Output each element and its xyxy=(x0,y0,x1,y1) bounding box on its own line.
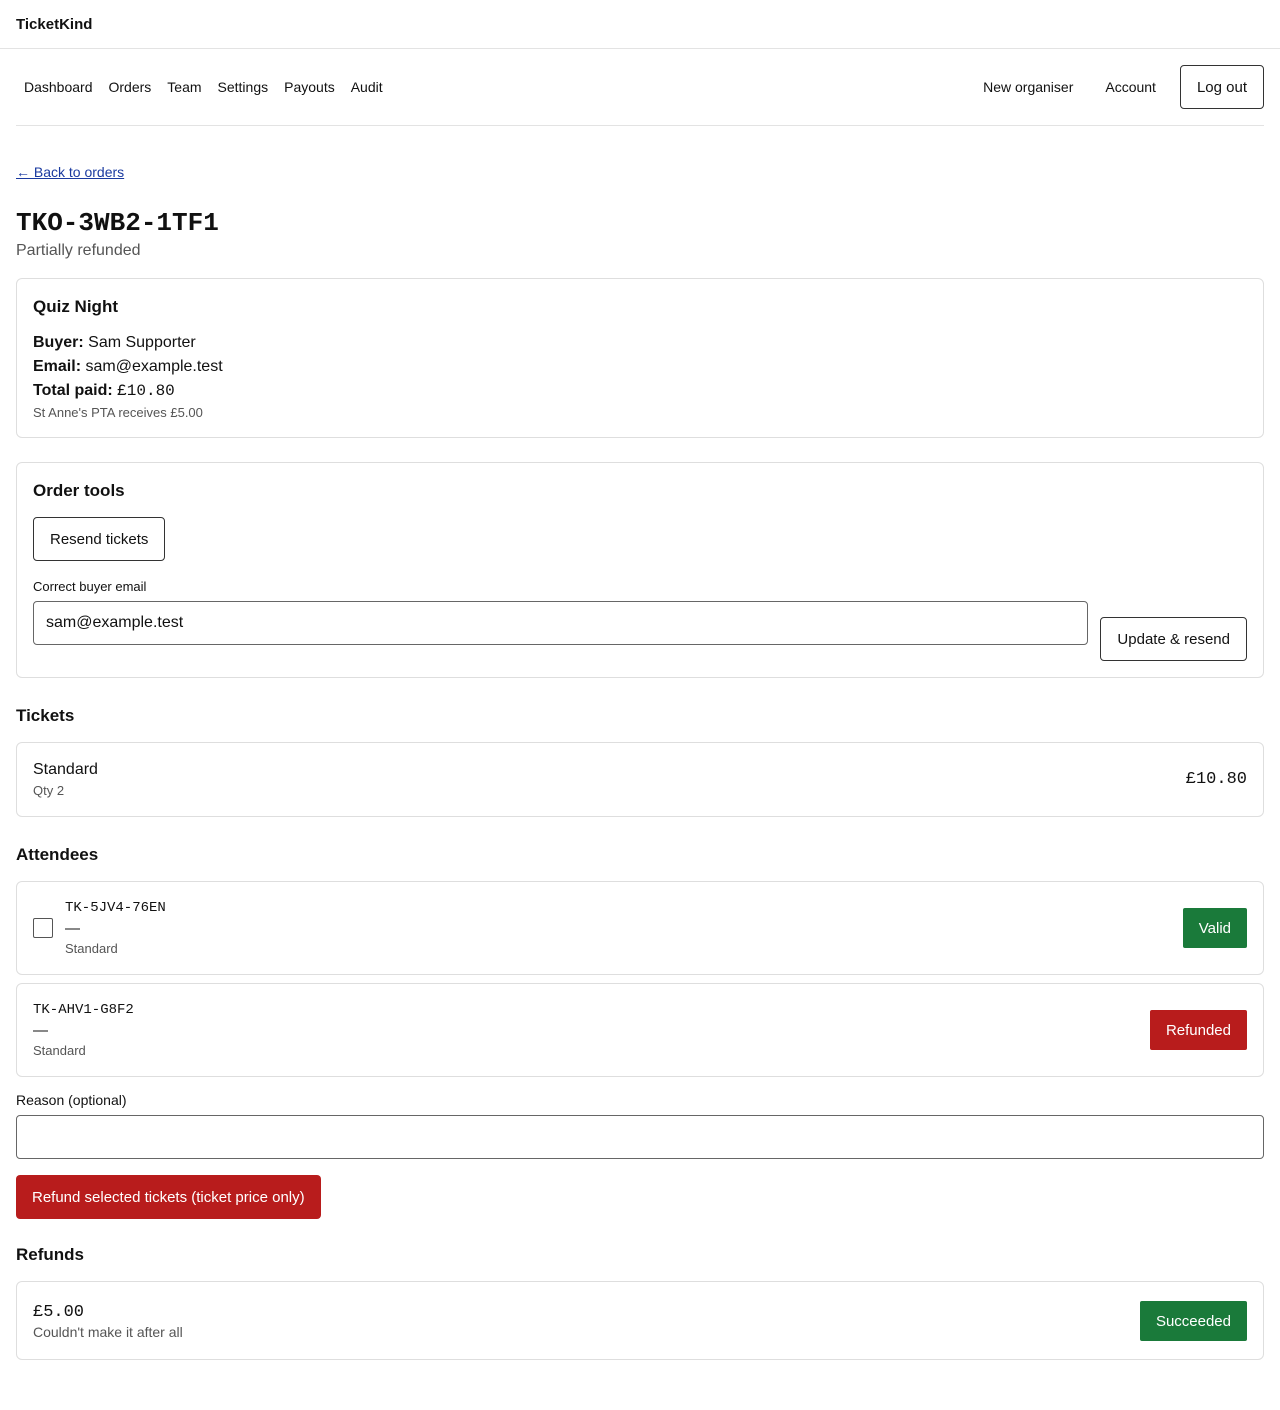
ticket-price: £10.80 xyxy=(1185,770,1247,789)
attendee-item: TK-AHV1-G8F2 — Standard Refunded xyxy=(16,983,1264,1077)
attendee-type: Standard xyxy=(33,1043,86,1058)
attendee-info: TK-5JV4-76EN — Standard xyxy=(65,900,166,956)
ticket-row: Standard Qty 2 £10.80 xyxy=(33,761,1247,798)
refund-selected-button[interactable]: Refund selected tickets (ticket price on… xyxy=(16,1175,321,1219)
order-reference: TKO-3WB2-1TF1 xyxy=(16,208,219,238)
attendee-code: TK-AHV1-G8F2 xyxy=(33,1002,134,1018)
status-badge: Refunded xyxy=(1149,1010,1247,1050)
tickets-heading: Tickets xyxy=(16,706,75,725)
update-resend-button[interactable]: Update & resend xyxy=(1100,617,1247,661)
buyer-email: sam@example.test xyxy=(85,358,223,375)
correct-email-label: Correct buyer email xyxy=(33,579,147,594)
beneficiary-note: St Anne's PTA receives £5.00 xyxy=(33,405,203,420)
attendees-heading: Attendees xyxy=(16,845,99,864)
nav-left: Dashboard Orders Team Settings Payouts A… xyxy=(16,79,391,95)
refund-item: £5.00 Couldn't make it after all Succeed… xyxy=(16,1281,1264,1360)
logout-button[interactable]: Log out xyxy=(1179,65,1264,109)
buyer-label: Buyer: xyxy=(33,334,84,351)
order-status: Partially refunded xyxy=(16,242,141,259)
total-paid: £10.80 xyxy=(117,382,175,400)
total-row: Total paid: £10.80 xyxy=(33,379,1247,403)
resend-tickets-button[interactable]: Resend tickets xyxy=(33,517,166,561)
buyer-row: Buyer: Sam Supporter xyxy=(33,331,1247,355)
nav-audit[interactable]: Audit xyxy=(343,79,391,95)
refund-info: £5.00 Couldn't make it after all xyxy=(33,1303,183,1340)
main-content: ← Back to orders TKO-3WB2-1TF1 Partially… xyxy=(0,126,1280,1360)
attendee-item: TK-5JV4-76EN — Standard Valid xyxy=(16,881,1264,975)
back-to-orders-link[interactable]: ← Back to orders xyxy=(16,164,124,180)
refund-reason-input[interactable] xyxy=(16,1115,1264,1159)
refund-row: £5.00 Couldn't make it after all Succeed… xyxy=(33,1301,1247,1341)
attendee-name: — xyxy=(65,920,80,937)
nav-new-organiser[interactable]: New organiser xyxy=(967,79,1089,95)
correct-email-input[interactable] xyxy=(33,601,1089,645)
nav-dashboard[interactable]: Dashboard xyxy=(16,79,101,95)
attendee-select-checkbox[interactable] xyxy=(33,918,53,938)
nav-settings[interactable]: Settings xyxy=(210,79,277,95)
attendee-name: — xyxy=(33,1022,48,1039)
ticket-name: Standard xyxy=(33,761,98,778)
total-label: Total paid: xyxy=(33,382,113,399)
refund-amount: £5.00 xyxy=(33,1302,85,1322)
attendee-left: TK-5JV4-76EN — Standard xyxy=(33,900,166,956)
attendee-code: TK-5JV4-76EN xyxy=(65,900,166,916)
nav-orders[interactable]: Orders xyxy=(101,79,160,95)
email-update-row: Update & resend xyxy=(33,601,1247,661)
nav-team[interactable]: Team xyxy=(159,79,209,95)
attendee-row: TK-5JV4-76EN — Standard Valid xyxy=(33,900,1247,956)
ticket-qty: Qty 2 xyxy=(33,783,65,798)
ticket-info: Standard Qty 2 xyxy=(33,761,98,798)
attendee-info: TK-AHV1-G8F2 — Standard xyxy=(33,1002,134,1058)
nav-right: New organiser Account Log out xyxy=(967,65,1264,109)
email-label: Email: xyxy=(33,358,82,375)
status-badge: Valid xyxy=(1182,908,1247,948)
refund-status-badge: Succeeded xyxy=(1139,1301,1247,1341)
brand-logo[interactable]: TicketKind xyxy=(16,16,92,33)
top-bar: TicketKind xyxy=(0,0,1280,49)
main-nav: Dashboard Orders Team Settings Payouts A… xyxy=(16,49,1264,126)
order-tools-title: Order tools xyxy=(33,481,125,500)
refunds-heading: Refunds xyxy=(16,1245,84,1264)
attendee-type: Standard xyxy=(65,941,118,956)
buyer-name: Sam Supporter xyxy=(88,334,196,351)
refund-reason: Couldn't make it after all xyxy=(33,1323,183,1340)
ticket-item: Standard Qty 2 £10.80 xyxy=(16,742,1264,817)
order-tools-card: Order tools Resend tickets Correct buyer… xyxy=(16,462,1264,678)
reason-label: Reason (optional) xyxy=(16,1092,127,1108)
nav-payouts[interactable]: Payouts xyxy=(276,79,343,95)
attendee-row: TK-AHV1-G8F2 — Standard Refunded xyxy=(33,1002,1247,1058)
nav-account[interactable]: Account xyxy=(1089,79,1172,95)
event-title: Quiz Night xyxy=(33,297,118,316)
order-summary-card: Quiz Night Buyer: Sam Supporter Email: s… xyxy=(16,278,1264,438)
email-row: Email: sam@example.test xyxy=(33,355,1247,379)
